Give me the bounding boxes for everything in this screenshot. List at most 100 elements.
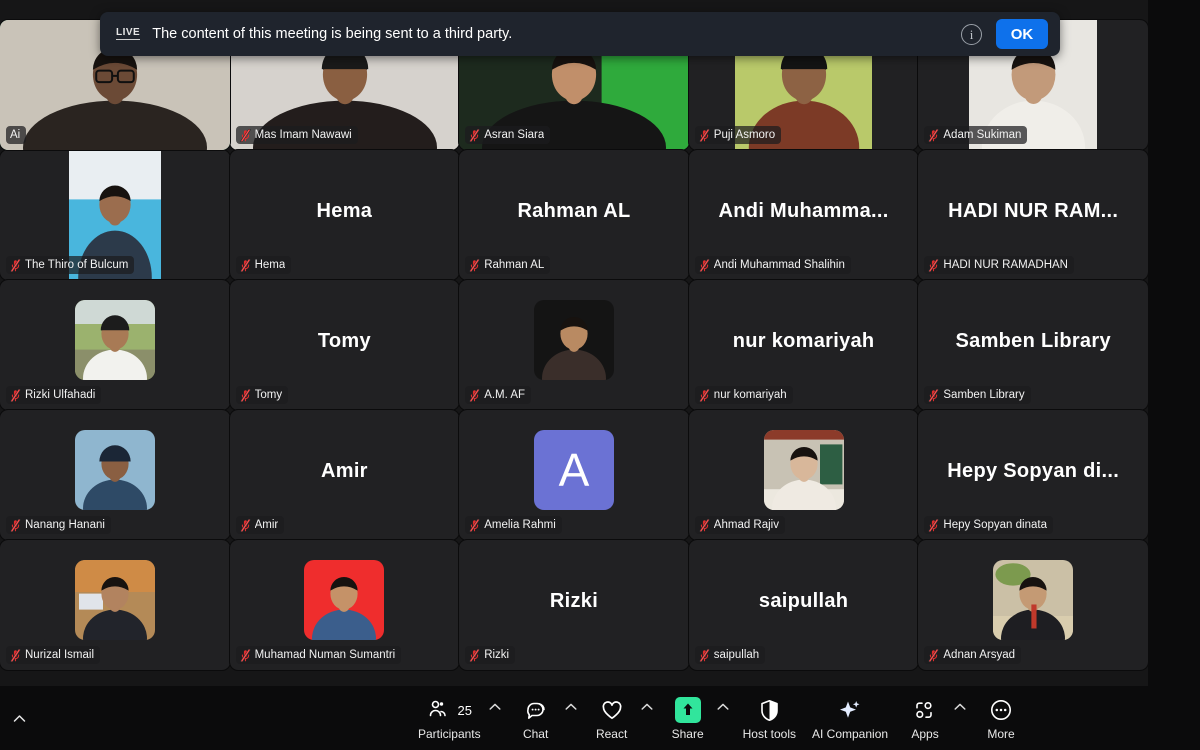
participant-name-label: Adam Sukiman xyxy=(924,126,1028,144)
toolbar-item-label: Share xyxy=(671,727,704,741)
participant-display-name: HADI NUR RAM... xyxy=(948,200,1119,222)
participant-tile[interactable]: saipullah saipullah xyxy=(687,539,920,671)
toolbar-item-label: Chat xyxy=(522,727,549,741)
participant-tile[interactable]: Nanang Hanani xyxy=(0,409,231,541)
share-screen-square xyxy=(674,697,701,723)
banner-message: The content of this meeting is being sen… xyxy=(152,26,513,42)
participant-tile[interactable]: Rahman AL Rahman AL xyxy=(458,149,690,281)
stage-right-gutter xyxy=(1148,0,1200,686)
participant-name-text: Amir xyxy=(254,519,279,531)
toolbar-react-button[interactable]: React xyxy=(583,693,641,743)
chevron-up-icon[interactable] xyxy=(8,707,30,729)
participant-tile[interactable]: Hepy Sopyan di... Hepy Sopyan dinata xyxy=(917,409,1148,541)
participant-name-text: Rizki Ulfahadi xyxy=(25,389,96,401)
participant-name-label: Nanang Hanani xyxy=(6,516,111,534)
participant-tile[interactable]: nur komariyah nur komariyah xyxy=(687,279,920,411)
participant-display-name: Samben Library xyxy=(955,330,1111,352)
participant-name-text: Adam Sukiman xyxy=(943,129,1022,141)
toolbar-item-label: Apps xyxy=(911,727,939,741)
toolbar-item-label: Host tools xyxy=(742,727,796,741)
mic-muted-icon xyxy=(699,258,710,272)
toolbar-ai-companion-button[interactable]: AI Companion xyxy=(804,693,896,743)
participant-name-label: saipullah xyxy=(694,646,766,664)
mic-muted-icon xyxy=(10,648,21,662)
participants-icon: 25 xyxy=(427,697,472,723)
participant-tile[interactable]: Rizki Ulfahadi xyxy=(0,279,231,411)
mic-muted-icon xyxy=(469,388,480,402)
participant-tile[interactable]: Amir Amir xyxy=(228,409,461,541)
participant-tile[interactable]: Ahmad Rajiv xyxy=(687,409,920,541)
participant-name-text: Puji Asmoro xyxy=(713,129,776,141)
participant-video-frame xyxy=(74,560,155,640)
participants-count: 25 xyxy=(457,702,473,718)
participant-name-text: nur komariyah xyxy=(713,389,787,401)
participant-name-text: Rizki xyxy=(484,649,510,661)
video-grid-stage: Ai Mas Imam Nawawi Asran Siara Puji Asmoro A… xyxy=(0,0,1148,686)
toolbar-host-tools-button[interactable]: Host tools xyxy=(735,693,804,743)
participant-tile[interactable]: Hema Hema xyxy=(228,149,461,281)
info-circle-icon[interactable]: i xyxy=(961,23,982,45)
mic-muted-icon xyxy=(239,648,251,662)
mic-muted-icon xyxy=(699,648,710,662)
participant-name-label: Amir xyxy=(235,516,285,534)
participant-name-label: Adnan Arsyad xyxy=(924,646,1021,664)
mic-muted-icon xyxy=(239,258,251,272)
participant-name-text: Hema xyxy=(254,259,286,271)
participant-name-text: Nurizal Ismail xyxy=(25,649,95,661)
participant-avatar-photo xyxy=(74,430,155,510)
participant-tile[interactable]: Adnan Arsyad xyxy=(917,539,1148,671)
participant-tile[interactable]: Rizki Rizki xyxy=(458,539,690,671)
participant-name-label: A.M. AF xyxy=(465,386,532,404)
participant-name-text: Hepy Sopyan dinata xyxy=(943,519,1047,531)
participant-name-label: Rizki xyxy=(465,646,516,664)
participant-name-text: A.M. AF xyxy=(484,389,526,401)
banner-ok-button[interactable]: OK xyxy=(996,19,1048,49)
participant-name-label: Tomy xyxy=(235,386,289,404)
participant-name-label: Rizki Ulfahadi xyxy=(6,386,102,404)
participant-tile[interactable]: Muhamad Numan Sumantri xyxy=(228,539,461,671)
toolbar-more-button[interactable]: More xyxy=(972,693,1030,743)
toolbar-chat-button[interactable]: Chat xyxy=(507,693,565,743)
participant-name-label: Amelia Rahmi xyxy=(465,516,562,534)
participant-display-name: Amir xyxy=(321,460,368,482)
participant-display-name: nur komariyah xyxy=(732,330,875,352)
participant-name-label: nur komariyah xyxy=(694,386,793,404)
participant-tile[interactable]: HADI NUR RAM... HADI NUR RAMADHAN xyxy=(917,149,1148,281)
participant-tile[interactable]: A Amelia Rahmi xyxy=(458,409,690,541)
mic-muted-icon xyxy=(239,518,251,532)
mic-muted-icon xyxy=(699,518,710,532)
mic-muted-icon xyxy=(239,128,251,142)
participant-name-label: The Thiro of Bulcum xyxy=(6,256,135,274)
participant-tile[interactable]: Tomy Tomy xyxy=(228,279,461,411)
chevron-up-icon[interactable] xyxy=(489,697,507,711)
toolbar-item-label: More xyxy=(987,727,1015,741)
participant-tile[interactable]: The Thiro of Bulcum xyxy=(0,149,231,281)
participant-name-label: Andi Muhammad Shalihin xyxy=(694,256,851,274)
participant-tile[interactable]: Andi Muhamma... Andi Muhammad Shalihin xyxy=(687,149,920,281)
participant-avatar-photo xyxy=(763,430,844,510)
chevron-up-icon[interactable] xyxy=(954,697,972,711)
participant-name-label: Mas Imam Nawawi xyxy=(235,126,358,144)
participant-tile[interactable]: Nurizal Ismail xyxy=(0,539,231,671)
toolbar-share-button[interactable]: Share xyxy=(659,693,717,743)
share-screen-icon xyxy=(674,697,701,723)
participant-name-text: Amelia Rahmi xyxy=(484,519,556,531)
mic-muted-icon xyxy=(469,648,480,662)
chevron-up-icon[interactable] xyxy=(717,697,735,711)
participant-display-name: Rahman AL xyxy=(517,200,631,222)
participant-name-text: saipullah xyxy=(713,649,760,661)
participant-name-label: Nurizal Ismail xyxy=(6,646,101,664)
participant-tile[interactable]: Samben Library Samben Library xyxy=(917,279,1148,411)
chat-bubble-icon xyxy=(525,697,547,723)
participant-name-label: Asran Siara xyxy=(465,126,551,144)
toolbar-apps-button[interactable]: Apps xyxy=(896,693,954,743)
participant-avatar-photo xyxy=(74,560,155,640)
mic-muted-icon xyxy=(928,388,939,402)
participant-tile[interactable]: A.M. AF xyxy=(458,279,690,411)
zoom-meeting-window: Ai Mas Imam Nawawi Asran Siara Puji Asmoro A… xyxy=(0,0,1200,750)
toolbar-participants-button[interactable]: 25 Participants xyxy=(410,693,489,743)
mic-muted-icon xyxy=(928,258,939,272)
chevron-up-icon[interactable] xyxy=(641,697,659,711)
participant-video-frame xyxy=(74,300,155,380)
chevron-up-icon[interactable] xyxy=(565,697,583,711)
